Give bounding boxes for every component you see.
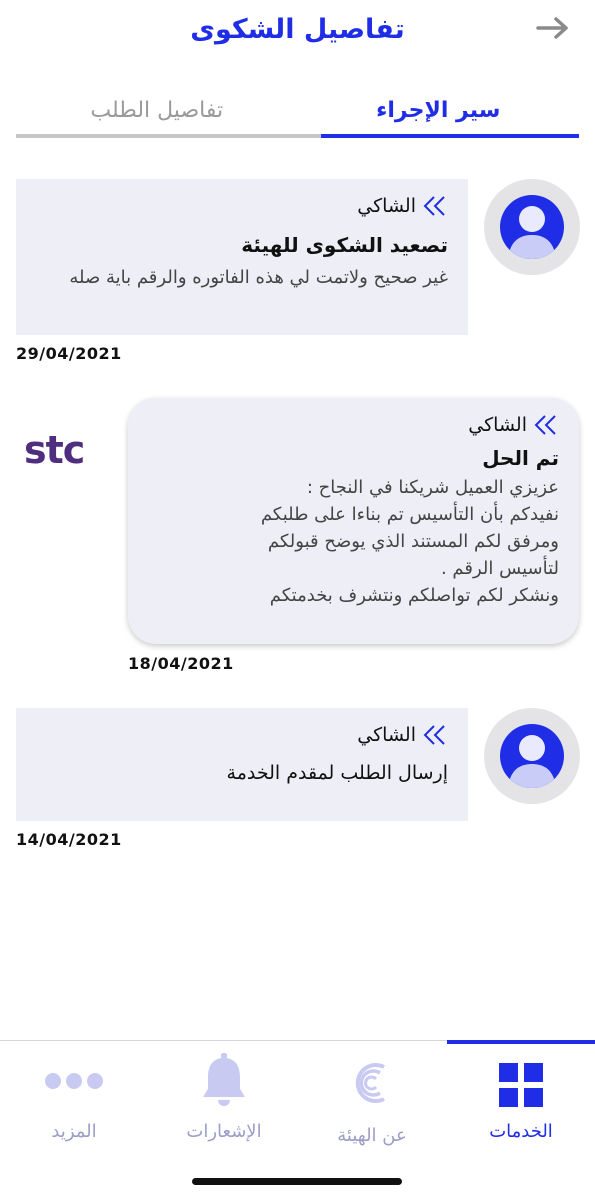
tab-procedure[interactable]: سير الإجراء [298,92,580,136]
authority-logo-icon [355,1063,385,1103]
app-header: تفاصيل الشكوى [0,0,595,70]
nav-label: الإشعارات [186,1121,262,1142]
status-title: تصعيد الشكوى للهيئة [241,233,448,257]
nav-item-services[interactable]: الخدمات [447,1041,595,1161]
card-header: الشاكي [32,189,448,223]
status-title: إرسال الطلب لمقدم الخدمة [226,762,448,784]
sender-label: الشاكي [468,414,527,436]
sender-label: الشاكي [357,724,416,746]
message-body: عزيزي العميل شريكنا في النجاح : نفيدكم ب… [260,477,559,606]
grid-icon [499,1063,543,1107]
nav-item-notifications[interactable]: الإشعارات [150,1041,298,1161]
double-chevron-icon [422,722,448,748]
tab-request-details[interactable]: تفاصيل الطلب [16,92,298,136]
timeline-date: 18/04/2021 [128,654,234,673]
timeline-card: الشاكي إرسال الطلب لمقدم الخدمة [16,708,468,821]
user-avatar-icon [484,708,580,804]
double-chevron-icon [422,193,448,219]
status-title: تم الحل [482,446,559,470]
tab-bar: سير الإجراء تفاصيل الطلب [16,92,579,140]
bell-icon [203,1053,245,1106]
nav-item-more[interactable]: المزيد [0,1041,148,1161]
home-indicator [192,1178,402,1185]
more-dots-icon [45,1073,103,1089]
nav-label: المزيد [51,1121,97,1142]
message-body: غير صحيح ولاتمت لي هذه الفاتوره والرقم ب… [69,267,448,288]
sender-label: الشاكي [357,195,416,217]
timeline-card: الشاكي تصعيد الشكوى للهيئة غير صحيح ولات… [16,179,468,335]
card-header: الشاكي [144,408,559,442]
nav-item-about[interactable]: عن الهيئة [298,1041,446,1161]
tab-underline-active [321,134,579,138]
double-chevron-icon [533,412,559,438]
nav-label: الخدمات [489,1121,553,1142]
stc-logo: stc [24,428,85,472]
timeline-date: 14/04/2021 [16,830,122,849]
card-header: الشاكي [32,718,448,752]
timeline-date: 29/04/2021 [16,344,122,363]
page-title: تفاصيل الشكوى [190,14,405,45]
user-avatar-icon [484,179,580,275]
nav-label: عن الهيئة [337,1125,407,1146]
tab-underline-inactive [16,134,321,138]
timeline-card: الشاكي تم الحل عزيزي العميل شريكنا في ال… [128,398,579,644]
bottom-nav: الخدمات عن الهيئة الإشعارات المزيد [0,1040,595,1200]
